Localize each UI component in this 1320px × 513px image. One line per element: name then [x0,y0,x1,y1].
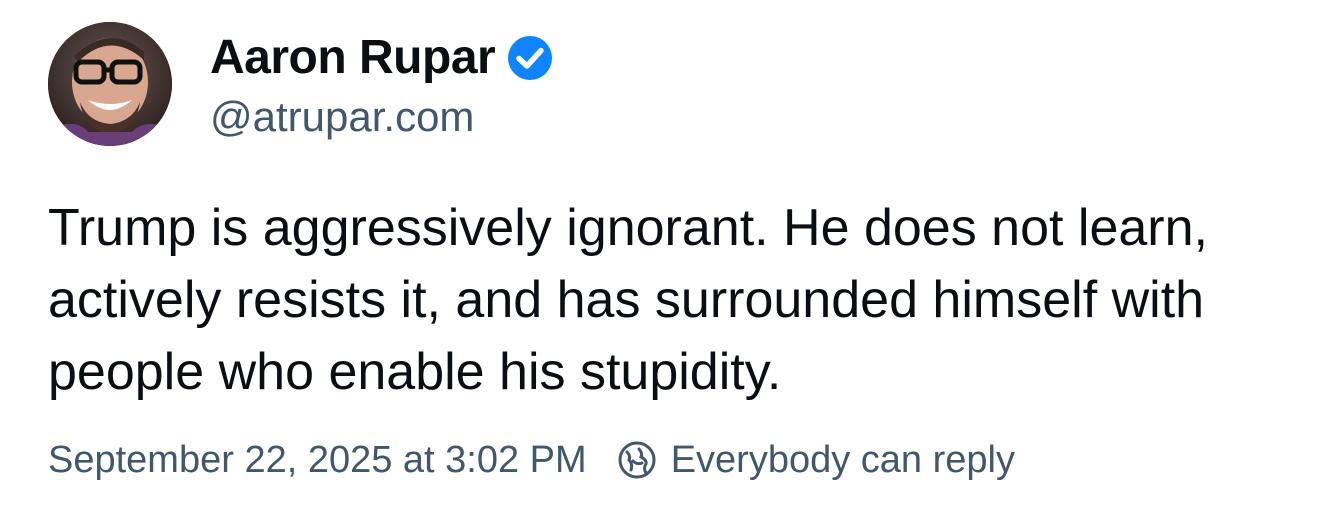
globe-reply-icon [617,440,657,480]
verified-badge-icon [507,35,553,81]
post-meta: September 22, 2025 at 3:02 PM Everybody … [48,436,1015,484]
avatar[interactable] [48,22,172,146]
author-display-name[interactable]: Aaron Rupar [210,34,496,82]
post-card: Aaron Rupar @atrupar.com Trump is aggres… [0,0,1320,513]
author-name-row: Aaron Rupar [210,28,553,88]
avatar-photo-icon [48,22,172,146]
post-text: Trump is aggressively ignorant. He does … [48,199,1208,401]
reply-setting-label: Everybody can reply [670,438,1015,481]
author-handle[interactable]: @atrupar.com [210,96,474,138]
post-timestamp[interactable]: September 22, 2025 at 3:02 PM [48,439,587,482]
